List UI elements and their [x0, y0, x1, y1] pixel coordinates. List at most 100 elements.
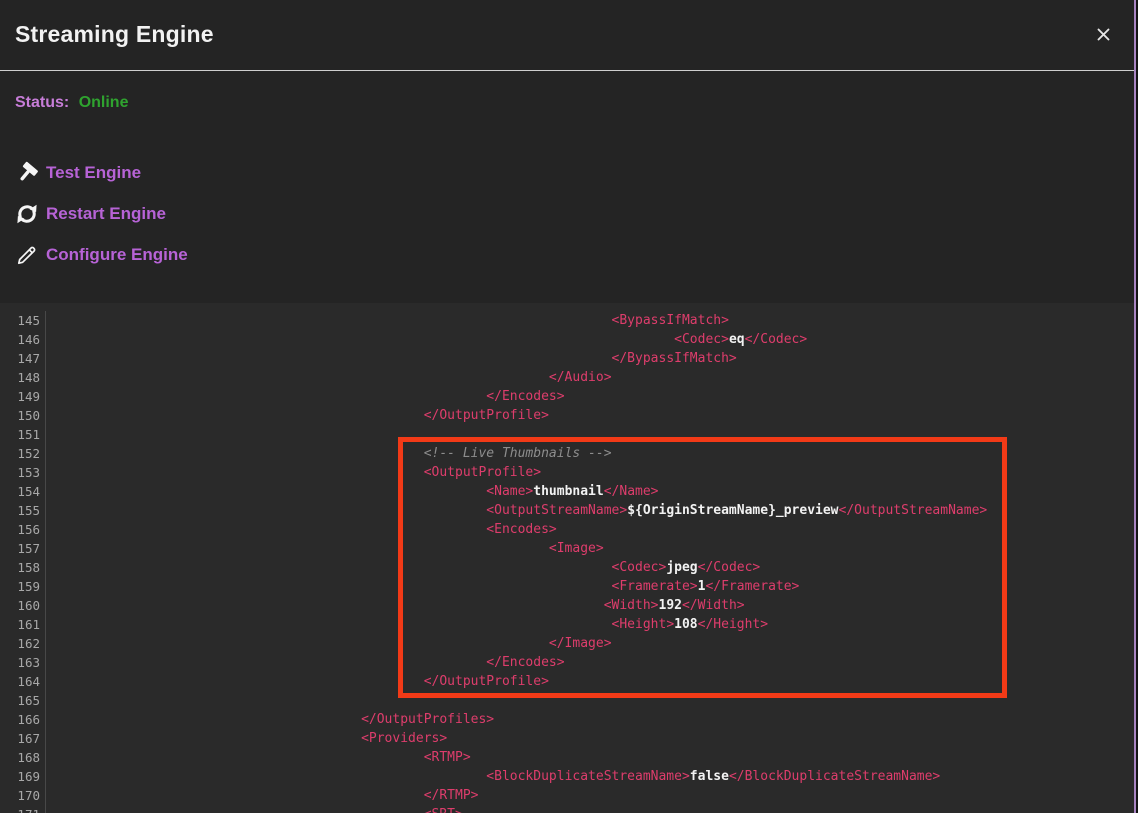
- code-token-tag: <Codec>: [612, 560, 667, 575]
- code-line: 160 <Width>192</Width>: [0, 596, 1134, 615]
- code-line-content: <RTMP>: [46, 748, 471, 767]
- code-token-tag: </Name>: [604, 484, 659, 499]
- code-token-value: jpeg: [666, 560, 697, 575]
- test-engine-label: Test Engine: [46, 163, 141, 183]
- line-number: 153: [0, 463, 46, 482]
- code-token-tag: <Width>: [604, 598, 659, 613]
- code-line-content: <OutputProfile>: [46, 463, 541, 482]
- line-number: 157: [0, 539, 46, 558]
- code-line: 166 </OutputProfiles>: [0, 710, 1134, 729]
- code-line: 146 <Codec>eq</Codec>: [0, 330, 1134, 349]
- code-line-content: </RTMP>: [46, 786, 478, 805]
- code-token-tag: <Codec>: [674, 332, 729, 347]
- line-number: 158: [0, 558, 46, 577]
- code-rows: 145 <BypassIfMatch>146 <Codec>eq</Codec>…: [0, 303, 1134, 813]
- restart-engine-button[interactable]: Restart Engine: [14, 202, 166, 226]
- code-line-content: <!-- Live Thumbnails -->: [46, 444, 612, 463]
- code-line: 168 <RTMP>: [0, 748, 1134, 767]
- line-number: 162: [0, 634, 46, 653]
- code-line-content: <Height>108</Height>: [46, 615, 768, 634]
- code-line: 145 <BypassIfMatch>: [0, 311, 1134, 330]
- code-token-tag: </OutputProfiles>: [361, 712, 494, 727]
- line-number: 145: [0, 311, 46, 330]
- code-token-value: 192: [659, 598, 682, 613]
- line-number: 169: [0, 767, 46, 786]
- code-line-content: [46, 425, 48, 444]
- code-line: 163 </Encodes>: [0, 653, 1134, 672]
- code-line: 164 </OutputProfile>: [0, 672, 1134, 691]
- code-token-tag: </Codec>: [698, 560, 761, 575]
- line-number: 156: [0, 520, 46, 539]
- configure-engine-button[interactable]: Configure Engine: [14, 243, 188, 267]
- status-label: Status:: [15, 94, 69, 111]
- code-token-tag: </Codec>: [745, 332, 808, 347]
- code-line: 158 <Codec>jpeg</Codec>: [0, 558, 1134, 577]
- code-token-tag: </Framerate>: [705, 579, 799, 594]
- code-line-content: <SRT>: [46, 805, 463, 813]
- line-number: 152: [0, 444, 46, 463]
- line-number: 168: [0, 748, 46, 767]
- code-token-tag: </Height>: [698, 617, 768, 632]
- line-number: 167: [0, 729, 46, 748]
- code-token-tag: <BypassIfMatch>: [612, 313, 729, 328]
- close-button[interactable]: [1094, 27, 1112, 45]
- status-badge: Online: [79, 94, 129, 111]
- test-engine-button[interactable]: Test Engine: [14, 161, 141, 185]
- code-line: 147 </BypassIfMatch>: [0, 349, 1134, 368]
- code-line-content: <Providers>: [46, 729, 447, 748]
- code-token-tag: <OutputStreamName>: [486, 503, 627, 518]
- code-line: 165: [0, 691, 1134, 710]
- code-token-tag: </OutputProfile>: [424, 408, 549, 423]
- page-title: Streaming Engine: [15, 21, 214, 48]
- code-token-tag: </BlockDuplicateStreamName>: [729, 769, 940, 784]
- line-number: 147: [0, 349, 46, 368]
- line-number: 148: [0, 368, 46, 387]
- code-token-tag: </OutputStreamName>: [839, 503, 988, 518]
- code-line: 149 </Encodes>: [0, 387, 1134, 406]
- line-number: 159: [0, 577, 46, 596]
- code-line-content: </Audio>: [46, 368, 612, 387]
- code-token-tag: </OutputProfile>: [424, 674, 549, 689]
- configure-engine-label: Configure Engine: [46, 245, 188, 265]
- code-token-tag: </Width>: [682, 598, 745, 613]
- line-number: 166: [0, 710, 46, 729]
- code-line-content: <BypassIfMatch>: [46, 311, 729, 330]
- line-number: 160: [0, 596, 46, 615]
- modal-header: Streaming Engine: [0, 0, 1134, 71]
- code-line: 156 <Encodes>: [0, 520, 1134, 539]
- code-token-value: eq: [729, 332, 745, 347]
- code-token-tag: </Encodes>: [486, 389, 564, 404]
- code-line: 169 <BlockDuplicateStreamName>false</Blo…: [0, 767, 1134, 786]
- line-number: 171: [0, 805, 46, 813]
- code-token-tag: <SRT>: [424, 807, 463, 813]
- line-number: 155: [0, 501, 46, 520]
- hammer-icon: [14, 161, 39, 185]
- code-line-content: </Encodes>: [46, 387, 565, 406]
- code-line-content: </Image>: [46, 634, 612, 653]
- code-token-tag: <RTMP>: [424, 750, 471, 765]
- line-number: 164: [0, 672, 46, 691]
- code-token-value: 108: [674, 617, 697, 632]
- code-token-tag: <Encodes>: [486, 522, 556, 537]
- code-token-tag: <OutputProfile>: [424, 465, 541, 480]
- code-line-content: <Width>192</Width>: [46, 596, 745, 615]
- code-line: 151: [0, 425, 1134, 444]
- code-line: 154 <Name>thumbnail</Name>: [0, 482, 1134, 501]
- code-line-content: <Image>: [46, 539, 604, 558]
- code-token-tag: <Height>: [612, 617, 675, 632]
- line-number: 170: [0, 786, 46, 805]
- code-line-content: </OutputProfiles>: [46, 710, 494, 729]
- code-line-content: </Encodes>: [46, 653, 565, 672]
- code-token-value: ${OriginStreamName}_preview: [627, 503, 838, 518]
- code-line: 170 </RTMP>: [0, 786, 1134, 805]
- code-token-tag: <Image>: [549, 541, 604, 556]
- code-line-content: [46, 691, 48, 710]
- line-number: 165: [0, 691, 46, 710]
- code-line: 152 <!-- Live Thumbnails -->: [0, 444, 1134, 463]
- code-token-tag: <Providers>: [361, 731, 447, 746]
- code-line: 155 <OutputStreamName>${OriginStreamName…: [0, 501, 1134, 520]
- engine-status: Status: Online: [15, 94, 128, 112]
- line-number: 149: [0, 387, 46, 406]
- config-code-viewer[interactable]: 145 <BypassIfMatch>146 <Codec>eq</Codec>…: [0, 303, 1134, 813]
- code-line: 157 <Image>: [0, 539, 1134, 558]
